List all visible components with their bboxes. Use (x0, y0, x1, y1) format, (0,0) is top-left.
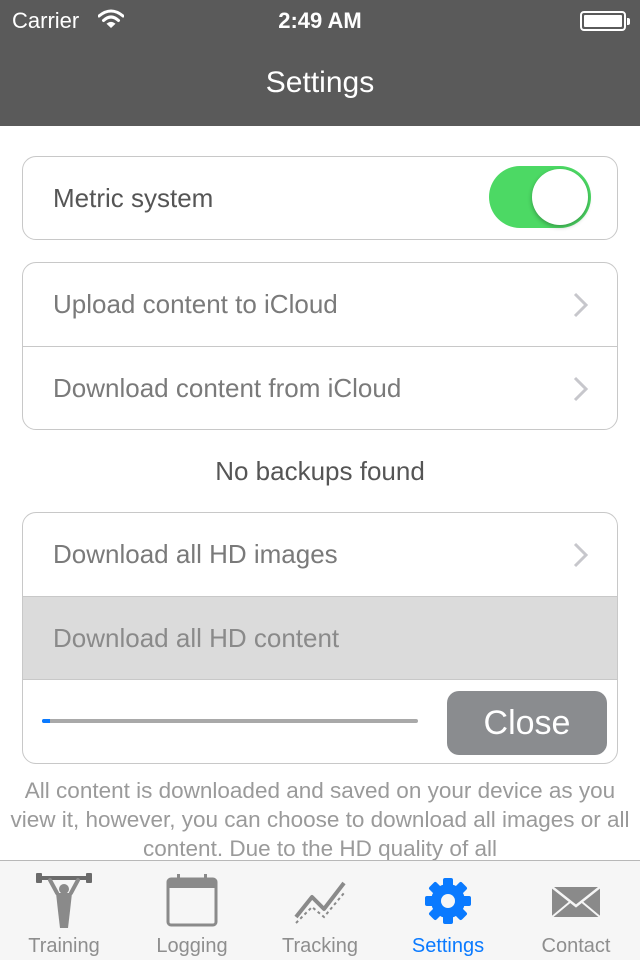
envelope-icon (551, 886, 601, 918)
tab-settings[interactable]: Settings (384, 861, 512, 960)
clock: 2:49 AM (278, 8, 362, 33)
tab-training[interactable]: Training (0, 861, 128, 960)
weightlifter-icon (36, 873, 92, 928)
backup-status-text: No backups found (215, 456, 425, 486)
chevron-right-icon (573, 376, 589, 402)
calendar-icon (166, 874, 218, 927)
battery-level (584, 15, 622, 27)
settings-content[interactable]: Metric system Upload content to iCloud D… (0, 126, 640, 860)
page-title: Settings (265, 66, 375, 99)
icloud-card: Upload content to iCloud Download conten… (22, 262, 618, 430)
download-hd-content-label: Download all HD content (53, 622, 340, 653)
tab-label: Logging (156, 935, 228, 957)
upload-icloud-label: Upload content to iCloud (53, 289, 338, 319)
tab-label: Settings (411, 935, 485, 957)
download-progress-fill (42, 719, 50, 723)
hd-download-card: Download all HD images Download all HD c… (22, 512, 618, 764)
download-hd-images-label: Download all HD images (53, 539, 338, 569)
metric-system-row: Metric system (23, 157, 617, 239)
metric-system-label: Metric system (53, 182, 214, 213)
download-hd-content-row: Download all HD content (23, 596, 617, 679)
navigation-bar: Carrier 2:49 AM Settings (0, 0, 640, 126)
upload-icloud-row[interactable]: Upload content to iCloud (23, 263, 617, 346)
download-progress-bar (42, 719, 418, 723)
chevron-right-icon (573, 542, 589, 568)
chart-line-icon (294, 881, 346, 924)
tab-tracking[interactable]: Tracking (256, 861, 384, 960)
tab-bar: Training Logging Tracking Settings Conta… (0, 860, 640, 960)
toggle-knob[interactable] (532, 169, 588, 225)
tab-logging[interactable]: Logging (128, 861, 256, 960)
battery-icon (580, 11, 630, 31)
gear-icon (425, 878, 471, 924)
metric-system-toggle[interactable] (489, 166, 591, 228)
chevron-right-icon (573, 292, 589, 318)
tab-label: Contact (541, 935, 611, 957)
download-progress-row: Close (23, 679, 617, 763)
status-bar: Carrier 2:49 AM (0, 0, 640, 40)
download-icloud-row[interactable]: Download content from iCloud (23, 346, 617, 429)
close-button[interactable]: Close (447, 691, 607, 755)
download-info-text: All content is downloaded and saved on y… (10, 778, 630, 860)
tab-label: Training (28, 935, 100, 957)
download-hd-images-row[interactable]: Download all HD images (23, 513, 617, 596)
tab-label: Tracking (282, 935, 358, 957)
tab-contact[interactable]: Contact (512, 861, 640, 960)
download-icloud-label: Download content from iCloud (53, 372, 402, 403)
units-card: Metric system (22, 156, 618, 240)
